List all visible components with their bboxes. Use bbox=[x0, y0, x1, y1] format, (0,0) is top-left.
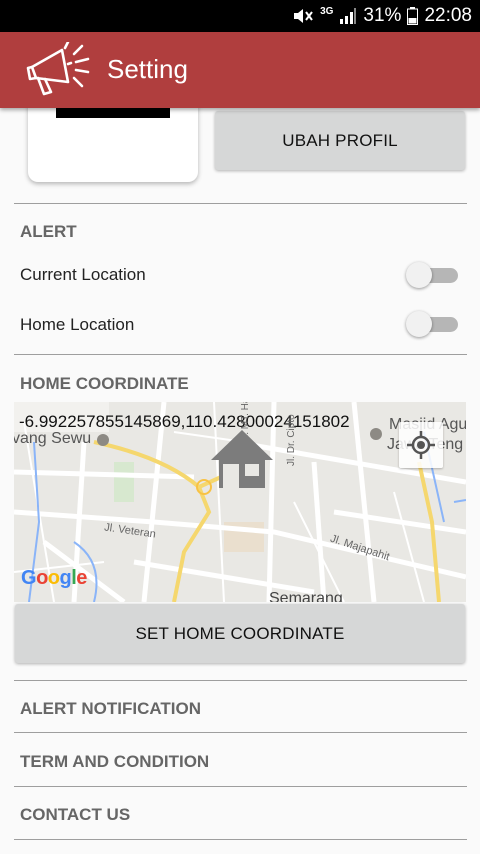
home-location-label: Home Location bbox=[20, 315, 135, 334]
signal-icon bbox=[339, 7, 357, 25]
toggle-thumb bbox=[406, 262, 432, 288]
app-bar: Setting bbox=[0, 32, 480, 108]
coordinate-text: -6.992257855145869,110.42800024151802 bbox=[19, 412, 350, 431]
toggle-thumb bbox=[406, 311, 432, 337]
home-marker-icon bbox=[211, 430, 273, 488]
map-label-city: Semarang bbox=[269, 590, 343, 602]
crosshair-icon bbox=[407, 431, 435, 459]
home-map[interactable]: -6.992257855145869,110.42800024151802 va… bbox=[14, 402, 466, 602]
map-label-lawang-sewu: vang Sewu bbox=[14, 430, 92, 447]
network-type: 3G bbox=[320, 6, 334, 17]
divider bbox=[14, 354, 467, 355]
home-location-toggle[interactable] bbox=[406, 311, 458, 337]
set-home-coordinate-button[interactable]: SET HOME COORDINATE bbox=[15, 604, 465, 663]
current-location-toggle[interactable] bbox=[406, 262, 458, 288]
battery-level: 31% bbox=[363, 5, 402, 26]
edit-profile-button[interactable]: UBAH PROFIL bbox=[215, 111, 465, 170]
menu-contact-us[interactable]: CONTACT US bbox=[20, 805, 130, 825]
status-bar: 3G 31% 22:08 bbox=[0, 0, 480, 32]
my-location-button[interactable] bbox=[399, 422, 443, 468]
megaphone-icon bbox=[26, 42, 90, 96]
divider bbox=[14, 732, 467, 733]
profile-photo bbox=[56, 108, 170, 118]
map-label-dr-cipto: Jl. Dr. Cipto bbox=[286, 414, 297, 466]
mute-icon bbox=[292, 7, 314, 25]
alert-heading: ALERT bbox=[20, 222, 77, 241]
google-logo: Google bbox=[21, 567, 87, 589]
menu-alert-notification[interactable]: ALERT NOTIFICATION bbox=[20, 699, 201, 719]
divider bbox=[14, 786, 467, 787]
clock: 22:08 bbox=[424, 5, 472, 26]
current-location-label: Current Location bbox=[20, 265, 146, 284]
app-title: Setting bbox=[107, 54, 188, 84]
divider bbox=[14, 839, 467, 840]
divider bbox=[14, 680, 467, 681]
menu-term-and-condition[interactable]: TERM AND CONDITION bbox=[20, 752, 209, 772]
divider bbox=[14, 203, 467, 204]
battery-icon bbox=[407, 7, 419, 25]
home-coordinate-heading: HOME COORDINATE bbox=[20, 374, 189, 393]
